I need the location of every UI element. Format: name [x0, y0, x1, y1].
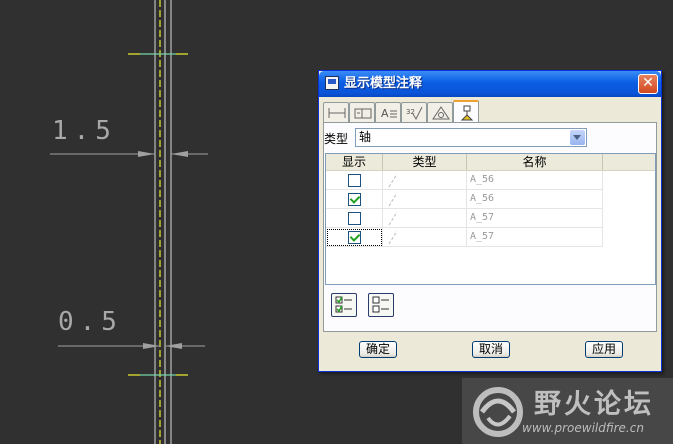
apply-button[interactable]: 应用 [585, 341, 623, 358]
type-cell [383, 228, 467, 247]
svg-text:A: A [381, 107, 389, 120]
window-icon [325, 76, 339, 90]
geometric-tolerance-icon [354, 108, 372, 119]
annotation-table: 显示 类型 名称 A_56 A_56 A_57 A_57 [325, 153, 656, 285]
watermark: 野火论坛 www.proewildfire.cn [462, 378, 673, 444]
table-header: 显示 类型 名称 [326, 154, 655, 171]
annotation-name: A_56 [470, 174, 495, 185]
dimension-label-bottom: 0.5 [58, 307, 123, 337]
axis-type-icon [388, 192, 398, 207]
column-header-type[interactable]: 类型 [383, 154, 467, 170]
show-checkbox[interactable] [348, 193, 361, 206]
table-row[interactable]: A_57 [326, 209, 606, 228]
name-cell: A_57 [467, 209, 603, 228]
show-model-annotations-dialog: 显示模型注释 ✕ A 32 类型 轴 显示 类型 名称 A_56 A_56 A_… [318, 70, 662, 372]
table-row[interactable]: A_56 [326, 171, 606, 190]
tab-surface-finish[interactable]: 32 [401, 102, 427, 122]
type-cell [383, 190, 467, 209]
table-row[interactable]: A_56 [326, 190, 606, 209]
type-cell [383, 209, 467, 228]
tab-symbol[interactable] [427, 102, 453, 122]
axis-type-icon [388, 230, 398, 245]
annotation-name: A_57 [470, 212, 495, 223]
dimension-label-top: 1.5 [52, 116, 117, 146]
column-header-show[interactable]: 显示 [326, 154, 383, 170]
name-cell: A_56 [467, 171, 603, 190]
table-row[interactable]: A_57 [326, 228, 606, 247]
chevron-down-icon[interactable] [570, 130, 585, 145]
note-icon: A [381, 107, 397, 120]
tab-dimension[interactable] [323, 102, 349, 122]
watermark-title: 野火论坛 [534, 389, 654, 420]
annotation-name: A_56 [470, 193, 495, 204]
type-dropdown[interactable]: 轴 [355, 128, 587, 147]
show-checkbox[interactable] [348, 231, 361, 244]
show-checkbox[interactable] [348, 212, 361, 225]
title-bar[interactable]: 显示模型注释 ✕ [319, 71, 661, 97]
ok-button[interactable]: 确定 [359, 341, 397, 358]
deselect-all-button[interactable] [368, 293, 394, 317]
deselect-all-icon [372, 296, 389, 313]
datum-icon [460, 105, 474, 121]
dimension-icon [328, 108, 346, 118]
forum-logo-icon [473, 387, 523, 437]
tab-geometric-tolerance[interactable] [349, 102, 375, 122]
annotation-name: A_57 [470, 231, 495, 242]
type-cell [383, 171, 467, 190]
symbol-icon [432, 106, 450, 120]
tab-note[interactable]: A [375, 102, 401, 122]
show-checkbox[interactable] [348, 174, 361, 187]
name-cell: A_57 [467, 228, 603, 247]
show-cell [326, 209, 383, 228]
watermark-url: www.proewildfire.cn [522, 421, 644, 435]
name-cell: A_56 [467, 190, 603, 209]
close-button[interactable]: ✕ [638, 74, 658, 94]
dialog-title: 显示模型注释 [344, 76, 423, 91]
surface-finish-icon: 32 [406, 106, 423, 121]
show-cell [326, 228, 383, 247]
type-dropdown-value: 轴 [359, 130, 372, 144]
tab-datum[interactable] [453, 100, 479, 123]
cancel-button[interactable]: 取消 [472, 341, 510, 358]
axis-type-icon [388, 173, 398, 188]
axis-type-icon [388, 211, 398, 226]
type-label: 类型 [324, 132, 349, 146]
column-header-name[interactable]: 名称 [467, 154, 603, 170]
select-all-icon [335, 296, 352, 313]
show-cell [326, 171, 383, 190]
select-all-button[interactable] [331, 293, 357, 317]
show-cell [326, 190, 383, 209]
